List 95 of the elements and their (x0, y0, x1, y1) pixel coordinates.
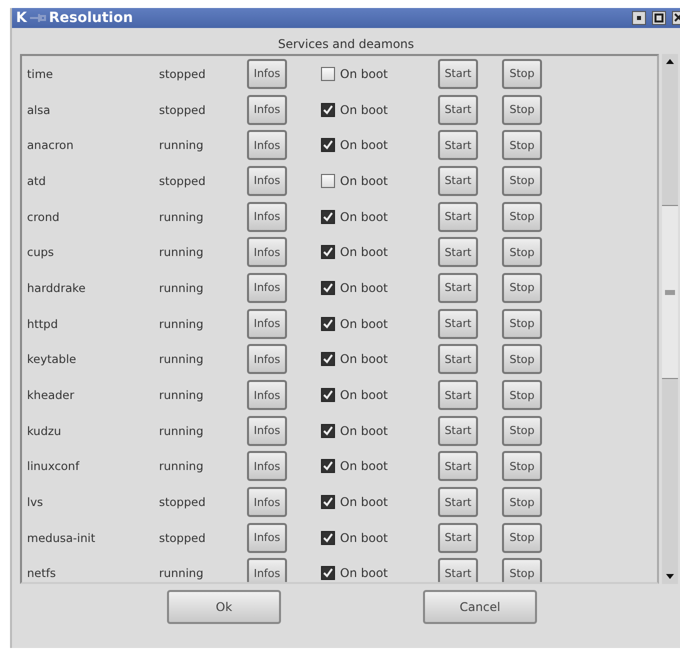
stop-button[interactable]: Stop (502, 166, 542, 196)
section-heading: Services and deamons (278, 36, 414, 53)
checkbox-label: On boot (340, 352, 388, 366)
stop-button[interactable]: Stop (502, 487, 542, 518)
start-button[interactable]: Start (438, 380, 478, 410)
start-button[interactable]: Start (438, 522, 478, 553)
service-name: kheader (26, 388, 76, 402)
checkbox-label: On boot (340, 316, 388, 331)
service-name: netfs (26, 566, 57, 580)
app-logo: K (16, 10, 27, 26)
window-title: Resolution (48, 9, 133, 27)
stop-button[interactable]: Stop (502, 344, 542, 374)
checkbox-label: On boot (340, 495, 388, 510)
service-status: stopped (159, 66, 207, 81)
infos-button[interactable]: Infos (247, 522, 287, 553)
start-button[interactable]: Start (438, 58, 478, 89)
start-button[interactable]: Start (438, 94, 478, 125)
service-name: medusa-init (26, 530, 96, 545)
stop-button[interactable]: Stop (502, 380, 542, 410)
start-button[interactable]: Start (438, 416, 478, 446)
stop-button[interactable]: Stop (502, 272, 542, 303)
stop-button[interactable]: Stop (502, 202, 542, 232)
start-button[interactable]: Start (438, 558, 478, 582)
stop-button[interactable]: Stop (502, 416, 542, 446)
service-name: kudzu (26, 424, 62, 438)
infos-button[interactable]: Infos (247, 380, 287, 410)
service-name: httpd (26, 316, 59, 331)
start-button[interactable]: Start (438, 451, 478, 482)
infos-button[interactable]: Infos (247, 451, 287, 482)
service-status: running (159, 388, 204, 402)
start-button[interactable]: Start (438, 344, 478, 374)
stop-button[interactable]: Stop (502, 58, 542, 89)
service-name: cups (26, 245, 55, 260)
checkbox-label: On boot (340, 459, 388, 474)
checkbox-label: On boot (340, 66, 388, 81)
service-name: atd (26, 174, 47, 188)
checkbox-label: On boot (340, 102, 388, 117)
checkbox-label: On boot (340, 424, 388, 438)
stop-button[interactable]: Stop (502, 94, 542, 125)
infos-button[interactable]: Infos (247, 130, 287, 160)
infos-button[interactable]: Infos (247, 344, 287, 374)
service-status: running (159, 280, 204, 295)
service-status: running (159, 138, 204, 152)
infos-button[interactable]: Infos (247, 487, 287, 518)
infos-button[interactable]: Infos (247, 58, 287, 89)
infos-button[interactable]: Infos (247, 202, 287, 232)
infos-button[interactable]: Infos (247, 308, 287, 339)
service-name: lvs (26, 495, 44, 510)
start-button[interactable]: Start (438, 130, 478, 160)
infos-button[interactable]: Infos (247, 416, 287, 446)
start-button[interactable]: Start (438, 487, 478, 518)
start-button[interactable]: Start (438, 272, 478, 303)
service-status: running (159, 352, 204, 366)
service-status: running (159, 424, 204, 438)
service-status: running (159, 245, 204, 260)
start-button[interactable]: Start (438, 308, 478, 339)
service-name: linuxconf (26, 459, 80, 474)
service-status: stopped (159, 102, 207, 117)
service-status: stopped (159, 530, 207, 545)
service-status: stopped (159, 495, 207, 510)
service-status: running (159, 566, 204, 580)
service-status: running (159, 316, 204, 331)
stop-button[interactable]: Stop (502, 522, 542, 553)
checkbox-label: On boot (340, 530, 388, 545)
service-name: alsa (26, 102, 52, 117)
ok-button[interactable]: Ok (167, 590, 281, 624)
checkbox-label: On boot (340, 245, 388, 260)
start-button[interactable]: Start (438, 202, 478, 232)
start-button[interactable]: Start (438, 166, 478, 196)
infos-button[interactable]: Infos (247, 558, 287, 582)
checkbox-label: On boot (340, 388, 388, 402)
service-name: anacron (26, 138, 75, 152)
checkbox-label: On boot (340, 138, 388, 152)
stop-button[interactable]: Stop (502, 558, 542, 582)
service-status: stopped (159, 174, 207, 188)
checkbox-label: On boot (340, 174, 388, 188)
checkbox-label: On boot (340, 280, 388, 295)
service-name: keytable (26, 352, 78, 366)
checkbox-label: On boot (340, 210, 388, 224)
checkbox-label: On boot (340, 566, 388, 580)
service-name: harddrake (26, 280, 87, 295)
cancel-button[interactable]: Cancel (423, 590, 537, 624)
service-name: time (26, 66, 54, 81)
stop-button[interactable]: Stop (502, 237, 542, 268)
infos-button[interactable]: Infos (247, 272, 287, 303)
service-status: running (159, 459, 204, 474)
infos-button[interactable]: Infos (247, 237, 287, 268)
stop-button[interactable]: Stop (502, 130, 542, 160)
start-button[interactable]: Start (438, 237, 478, 268)
infos-button[interactable]: Infos (247, 166, 287, 196)
service-name: crond (26, 210, 60, 224)
stop-button[interactable]: Stop (502, 451, 542, 482)
stop-button[interactable]: Stop (502, 308, 542, 339)
service-status: running (159, 210, 204, 224)
infos-button[interactable]: Infos (247, 94, 287, 125)
